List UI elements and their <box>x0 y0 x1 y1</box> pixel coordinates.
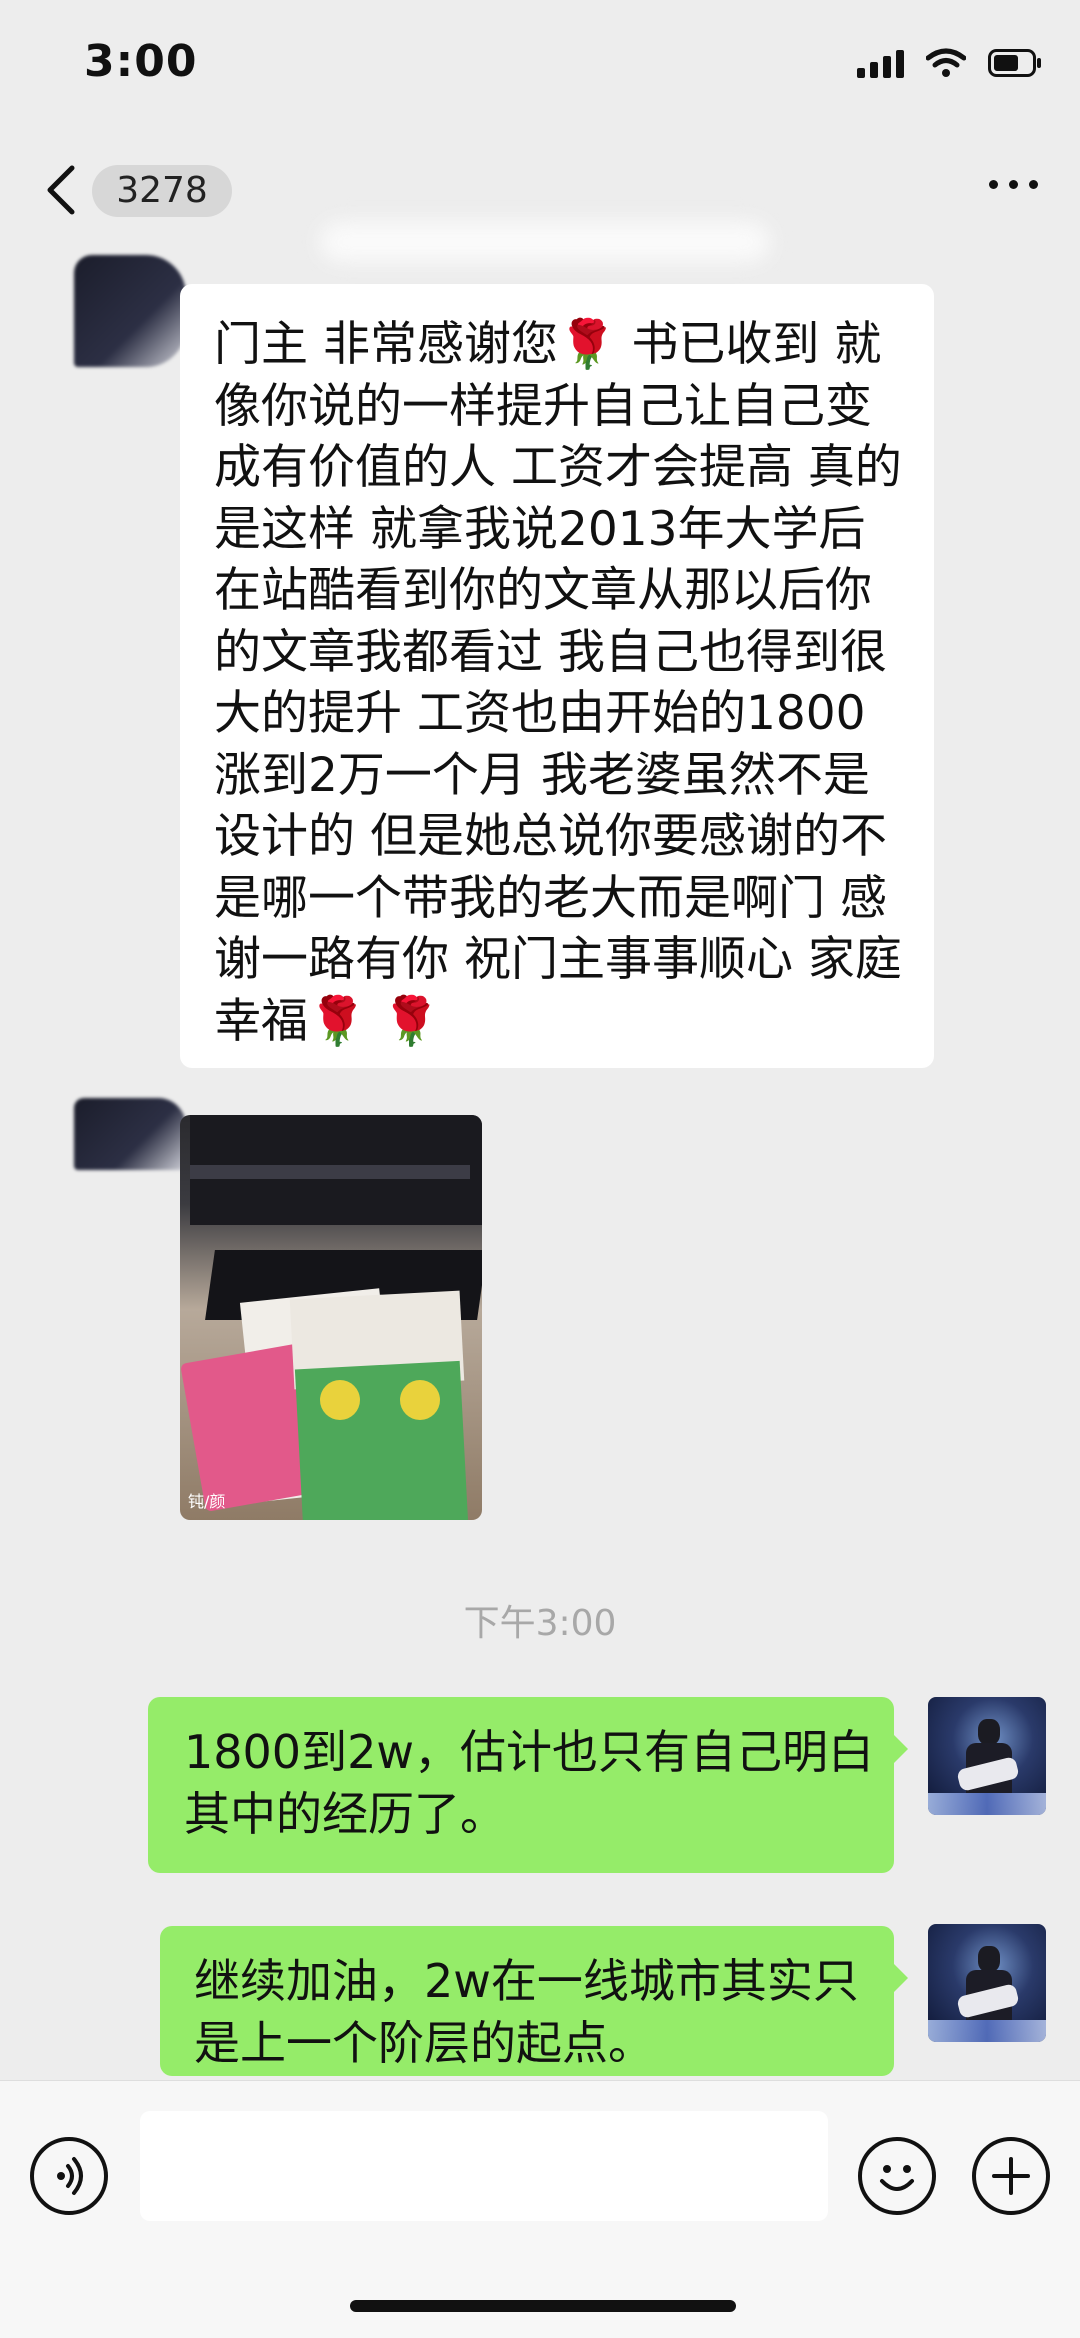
status-bar: 3:00 <box>0 0 1080 140</box>
sender-avatar[interactable] <box>74 255 186 367</box>
more-icon[interactable] <box>989 180 1038 189</box>
photo-watermark: 钝/颜 <box>188 1492 226 1511</box>
sent-text-message[interactable]: 继续加油，2w在一线城市其实只是上一个阶层的起点。 <box>160 1926 908 2076</box>
status-icons <box>857 48 1042 78</box>
sent-text-message[interactable]: 1800到2w，估计也只有自己明白其中的经历了。 <box>148 1697 908 1873</box>
chevron-left-icon[interactable] <box>42 162 82 218</box>
message-input[interactable] <box>140 2111 828 2221</box>
my-avatar[interactable] <box>928 1697 1046 1815</box>
unread-count-badge[interactable]: 3278 <box>92 165 232 217</box>
signal-icon <box>857 48 904 78</box>
battery-icon <box>988 49 1042 77</box>
plus-icon[interactable] <box>972 2137 1050 2215</box>
photo-book-icons <box>320 1380 440 1420</box>
wifi-icon <box>926 48 966 78</box>
home-indicator[interactable] <box>350 2300 736 2312</box>
sender-avatar[interactable] <box>74 1098 186 1170</box>
photo-monitor-bar <box>190 1165 470 1179</box>
voice-icon[interactable] <box>30 2137 108 2215</box>
blurred-chat-title <box>320 222 770 262</box>
my-avatar[interactable] <box>928 1924 1046 2042</box>
received-text-message[interactable]: 门主 非常感谢您🌹 书已收到 就像你说的一样提升自己让自己变成有价值的人 工资才… <box>180 284 934 1068</box>
received-image-message[interactable]: 钝/颜 <box>180 1115 482 1520</box>
status-time: 3:00 <box>84 36 198 87</box>
message-timestamp: 下午3:00 <box>463 1603 617 1644</box>
emoji-icon[interactable] <box>858 2137 936 2215</box>
